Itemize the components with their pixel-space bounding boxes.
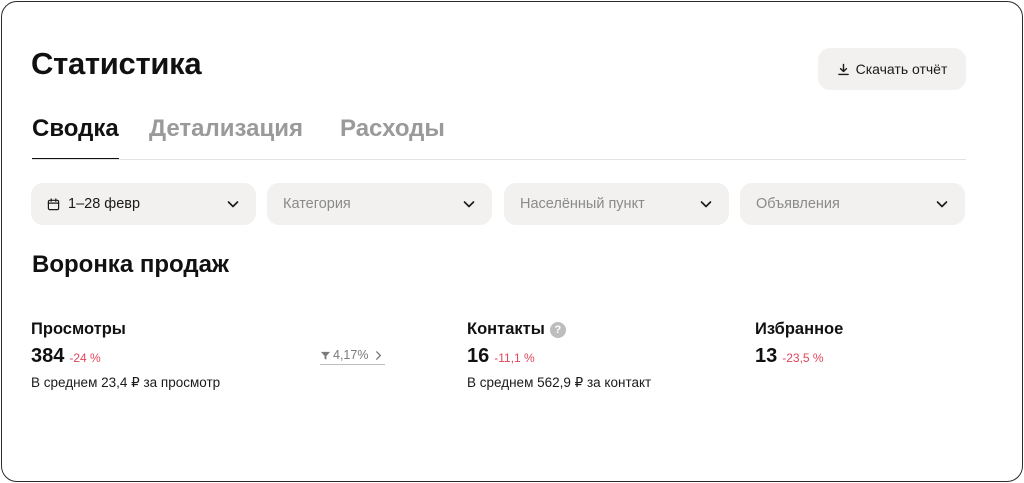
locality-select[interactable]: Населённый пункт <box>504 183 729 225</box>
tab-summary[interactable]: Сводка <box>32 114 119 160</box>
favorites-metric: Избранное 13 -23,5 % <box>755 320 843 368</box>
listings-select[interactable]: Объявления <box>740 183 965 225</box>
tab-expenses[interactable]: Расходы <box>340 114 445 160</box>
views-metric: Просмотры 384 -24 % В среднем 23,4 ₽ за … <box>31 320 220 391</box>
tabs: Сводка Детализация Расходы <box>32 114 966 160</box>
tabs-divider <box>32 159 966 160</box>
views-delta: -24 % <box>69 351 101 365</box>
views-value: 384 <box>31 345 65 367</box>
period-select[interactable]: 1–28 февр <box>31 183 256 225</box>
chevron-down-icon <box>936 201 948 208</box>
locality-placeholder: Населённый пункт <box>520 196 645 212</box>
favorites-delta: -23,5 % <box>782 351 824 365</box>
category-placeholder: Категория <box>283 196 351 212</box>
contacts-value: 16 <box>467 345 490 367</box>
contacts-label: Контакты <box>467 320 545 338</box>
statistics-card: Статистика Скачать отчёт Сводка Детализа… <box>1 1 1023 482</box>
chevron-down-icon <box>700 201 712 208</box>
help-icon[interactable]: ? <box>549 321 566 338</box>
views-label: Просмотры <box>31 320 126 338</box>
conversion-link[interactable]: 4,17% <box>320 348 385 365</box>
chevron-down-icon <box>227 201 239 208</box>
conversion-value: 4,17% <box>333 348 369 362</box>
calendar-icon <box>47 197 60 210</box>
listings-placeholder: Объявления <box>756 196 840 212</box>
period-value: 1–28 февр <box>68 196 141 212</box>
chevron-down-icon <box>463 201 475 208</box>
category-select[interactable]: Категория <box>267 183 492 225</box>
chevron-right-icon <box>376 350 382 360</box>
sales-funnel-title: Воронка продаж <box>32 251 229 278</box>
favorites-label: Избранное <box>755 320 844 338</box>
contacts-note: В среднем 562,9 ₽ за контакт <box>467 375 652 390</box>
tab-details[interactable]: Детализация <box>149 114 303 160</box>
download-icon <box>837 63 849 75</box>
filter-funnel-icon <box>320 351 331 360</box>
favorites-value: 13 <box>755 345 778 367</box>
page-title: Статистика <box>31 46 202 81</box>
download-report-button[interactable]: Скачать отчёт <box>818 48 966 90</box>
contacts-metric: Контакты ? 16 -11,1 % В среднем 562,9 ₽ … <box>467 320 651 391</box>
views-note: В среднем 23,4 ₽ за просмотр <box>31 375 221 390</box>
download-report-label: Скачать отчёт <box>855 61 948 77</box>
contacts-delta: -11,1 % <box>494 351 535 365</box>
